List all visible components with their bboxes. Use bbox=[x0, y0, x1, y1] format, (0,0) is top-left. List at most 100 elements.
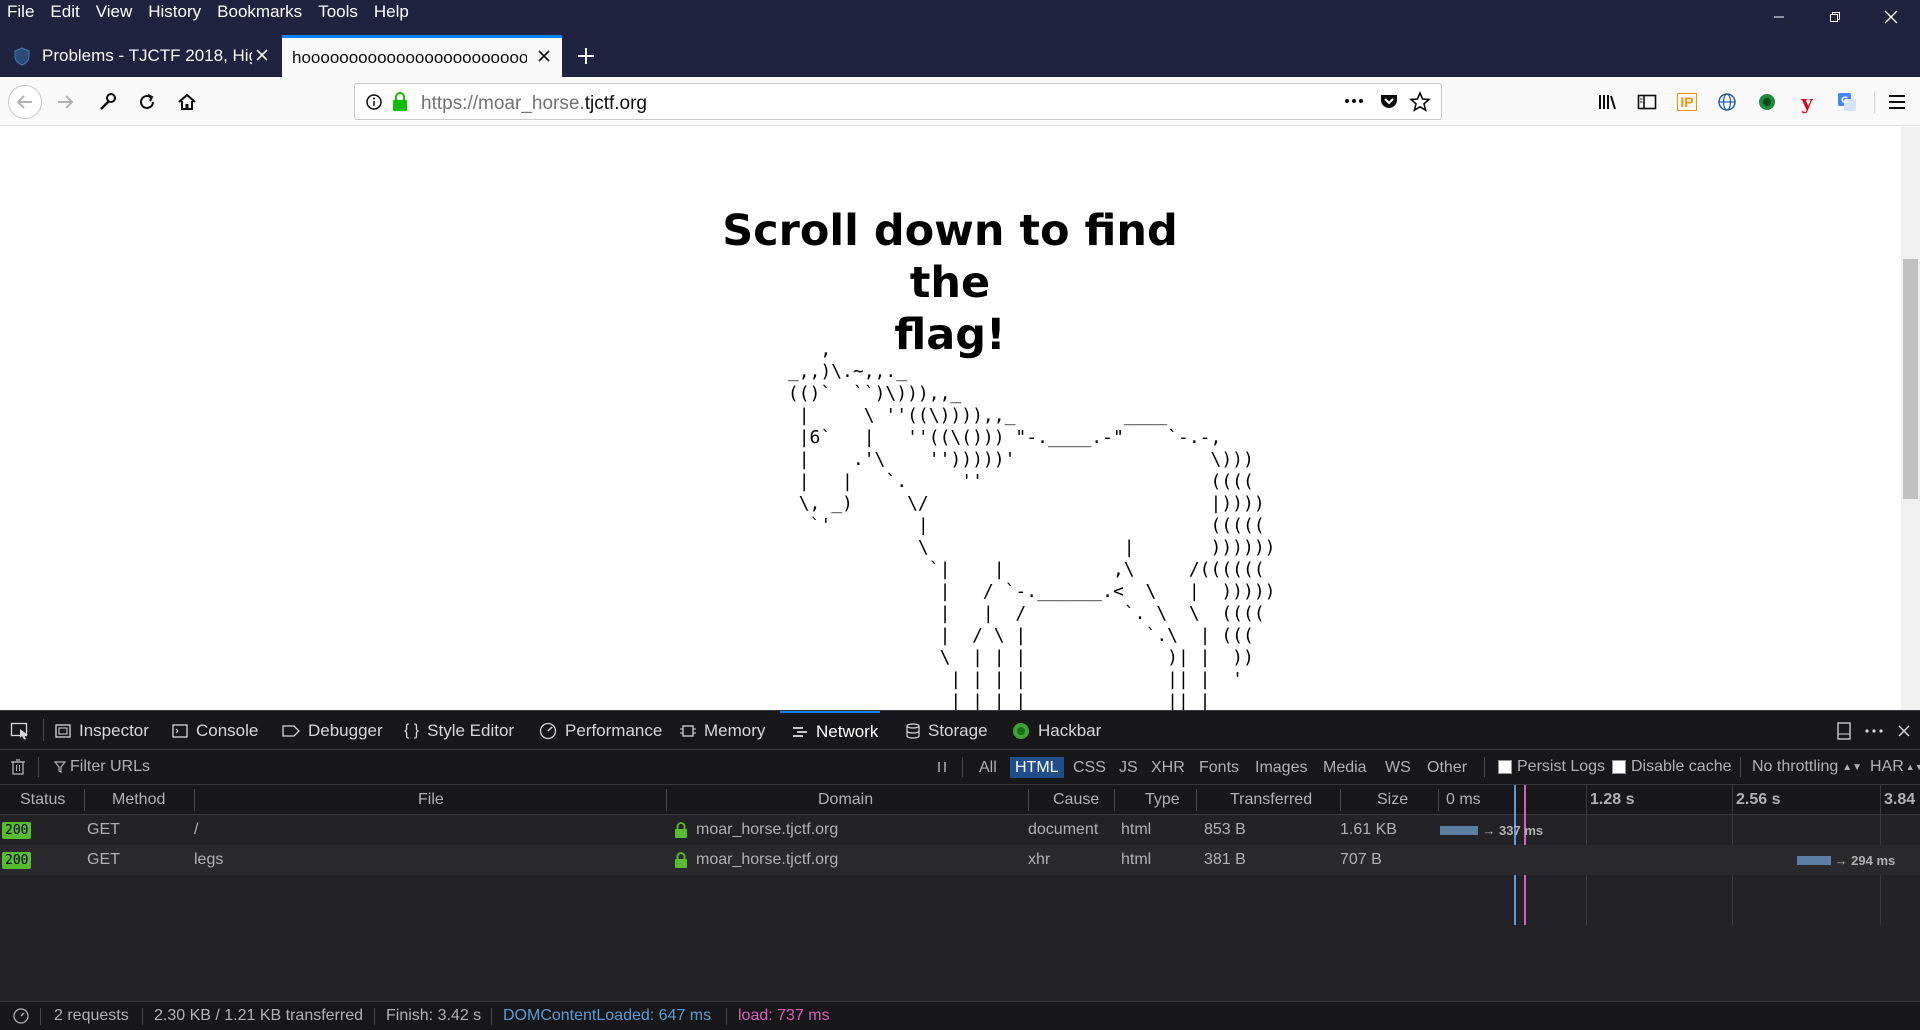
column-divider[interactable] bbox=[84, 789, 85, 811]
minimize-button[interactable] bbox=[1750, 0, 1808, 34]
clear-requests-button[interactable] bbox=[10, 750, 26, 784]
tab-style-editor[interactable]: { } Style Editor bbox=[404, 711, 514, 750]
column-divider[interactable] bbox=[1438, 789, 1439, 811]
pause-icon bbox=[938, 762, 946, 772]
tab-inspector[interactable]: Inspector bbox=[55, 711, 149, 750]
tab-console[interactable]: Console bbox=[172, 711, 258, 750]
throttling-select[interactable]: No throttling ▲▼ bbox=[1752, 750, 1862, 784]
hamburger-menu-icon[interactable] bbox=[1880, 85, 1914, 119]
filter-html[interactable]: HTML bbox=[1010, 757, 1064, 778]
translate-icon[interactable]: G bbox=[1830, 85, 1864, 119]
checkbox-box[interactable] bbox=[1498, 760, 1512, 774]
ip-extension-icon[interactable]: IP bbox=[1670, 85, 1704, 119]
filter-urls-input[interactable]: Filter URLs bbox=[54, 750, 150, 784]
menu-history[interactable]: History bbox=[141, 1, 210, 23]
requests-table-header: Status Method File Domain Cause Type Tra… bbox=[0, 785, 1920, 815]
menu-tools[interactable]: Tools bbox=[311, 1, 367, 23]
column-status[interactable]: Status bbox=[20, 785, 65, 815]
tab-memory[interactable]: Memory bbox=[680, 711, 765, 750]
har-menu-button[interactable]: HAR ▲▼ bbox=[1870, 750, 1920, 784]
sidebar-icon[interactable] bbox=[1630, 85, 1664, 119]
tab-storage[interactable]: Storage bbox=[906, 711, 988, 750]
status-divider bbox=[491, 1008, 492, 1025]
page-scrollbar-thumb[interactable] bbox=[1903, 259, 1918, 499]
menu-help[interactable]: Help bbox=[367, 1, 418, 23]
status-divider bbox=[726, 1008, 727, 1025]
pocket-icon[interactable] bbox=[1379, 91, 1399, 111]
element-picker-button[interactable] bbox=[10, 711, 30, 750]
devtools-toolbar: Inspector Console Debugger { } Style Edi… bbox=[0, 710, 1920, 750]
filter-all[interactable]: All bbox=[974, 757, 1002, 778]
filter-ws[interactable]: WS bbox=[1380, 757, 1416, 778]
new-tab-button[interactable] bbox=[570, 41, 602, 71]
updown-icon: ▲▼ bbox=[1842, 761, 1863, 773]
request-count: 2 requests bbox=[54, 1007, 129, 1024]
column-divider[interactable] bbox=[1340, 789, 1341, 811]
checkbox-box[interactable] bbox=[1612, 760, 1626, 774]
url-bar[interactable]: https://moar_horse.tjctf.org bbox=[354, 83, 1442, 120]
column-type[interactable]: Type bbox=[1145, 785, 1180, 815]
filter-images[interactable]: Images bbox=[1250, 757, 1312, 778]
info-icon[interactable] bbox=[365, 93, 383, 111]
tab-title: hooooooooooooooooooooooooo bbox=[292, 47, 527, 67]
column-method[interactable]: Method bbox=[112, 785, 165, 815]
close-window-button[interactable] bbox=[1862, 0, 1920, 34]
tab-horse[interactable]: hooooooooooooooooooooooooo bbox=[282, 35, 562, 77]
ascii-horse-art: , _,,)\.~,,._ (()` ``)\))),,_ | \ ''((\)… bbox=[787, 339, 1276, 710]
tab-network[interactable]: Network bbox=[780, 711, 880, 750]
column-divider[interactable] bbox=[1196, 789, 1197, 811]
column-divider[interactable] bbox=[1114, 789, 1115, 811]
url-text[interactable]: https://moar_horse.tjctf.org bbox=[421, 93, 647, 115]
column-divider[interactable] bbox=[1028, 789, 1029, 811]
bookmark-star-icon[interactable] bbox=[1409, 91, 1431, 113]
filter-fonts[interactable]: Fonts bbox=[1194, 757, 1244, 778]
column-transferred[interactable]: Transferred bbox=[1230, 785, 1312, 815]
column-divider[interactable] bbox=[194, 789, 195, 811]
back-button[interactable] bbox=[8, 85, 42, 119]
menu-file[interactable]: File bbox=[0, 1, 43, 23]
menu-bookmarks[interactable]: Bookmarks bbox=[210, 1, 311, 23]
column-divider[interactable] bbox=[666, 789, 667, 811]
tab-problems[interactable]: Problems - TJCTF 2018, High bbox=[0, 35, 280, 77]
lock-icon[interactable] bbox=[391, 92, 409, 112]
filter-other[interactable]: Other bbox=[1422, 757, 1472, 778]
dock-toggle-icon[interactable] bbox=[1832, 719, 1856, 743]
pause-button[interactable] bbox=[936, 750, 948, 784]
tab-debugger[interactable]: Debugger bbox=[282, 711, 383, 750]
filter-css[interactable]: CSS bbox=[1068, 757, 1111, 778]
close-devtools-icon[interactable] bbox=[1892, 719, 1916, 743]
table-row[interactable]: 200 GET / moar_horse.tjctf.org document … bbox=[0, 815, 1920, 845]
menu-view[interactable]: View bbox=[89, 1, 142, 23]
reload-button[interactable] bbox=[130, 85, 164, 119]
column-domain[interactable]: Domain bbox=[818, 785, 873, 815]
timeline-tick-1: 1.28 s bbox=[1590, 791, 1635, 808]
tab-close-button[interactable] bbox=[534, 46, 554, 66]
y-extension-icon[interactable]: y bbox=[1790, 85, 1824, 119]
forward-button[interactable] bbox=[48, 85, 82, 119]
filter-js[interactable]: JS bbox=[1114, 757, 1143, 778]
green-extension-icon[interactable] bbox=[1750, 85, 1784, 119]
disable-cache-checkbox[interactable]: Disable cache bbox=[1612, 750, 1732, 784]
page-actions-icon[interactable] bbox=[1343, 91, 1365, 111]
menu-edit[interactable]: Edit bbox=[43, 1, 88, 23]
tab-label: Style Editor bbox=[427, 720, 515, 740]
restore-button[interactable] bbox=[1806, 0, 1864, 34]
column-size[interactable]: Size bbox=[1377, 785, 1408, 815]
tab-close-button[interactable] bbox=[252, 45, 272, 65]
column-file[interactable]: File bbox=[418, 785, 444, 815]
tab-performance[interactable]: Performance bbox=[539, 711, 662, 750]
customize-button[interactable] bbox=[90, 85, 124, 119]
filter-media[interactable]: Media bbox=[1318, 757, 1372, 778]
request-cause: document bbox=[1028, 821, 1099, 838]
har-label: HAR bbox=[1870, 758, 1904, 775]
persist-logs-checkbox[interactable]: Persist Logs bbox=[1498, 750, 1605, 784]
globe-icon[interactable] bbox=[1710, 85, 1744, 119]
library-icon[interactable] bbox=[1590, 85, 1624, 119]
more-options-icon[interactable] bbox=[1862, 719, 1886, 743]
tab-hackbar[interactable]: Hackbar bbox=[1012, 711, 1101, 750]
filter-xhr[interactable]: XHR bbox=[1146, 757, 1190, 778]
column-cause[interactable]: Cause bbox=[1053, 785, 1099, 815]
home-button[interactable] bbox=[170, 85, 204, 119]
performance-analysis-button[interactable] bbox=[12, 1002, 30, 1030]
table-row[interactable]: 200 GET legs moar_horse.tjctf.org xhr ht… bbox=[0, 845, 1920, 875]
